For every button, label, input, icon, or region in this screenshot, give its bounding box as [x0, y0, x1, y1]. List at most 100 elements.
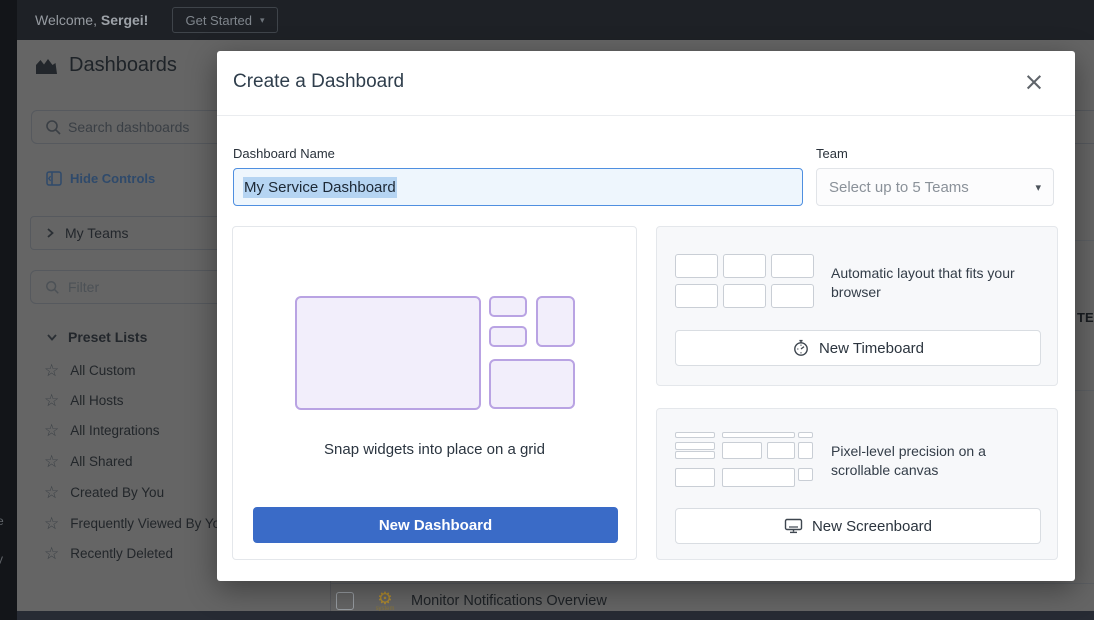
- table-divider: [1075, 240, 1094, 241]
- preset-item-label: All Integrations: [70, 423, 159, 438]
- create-dashboard-modal: Create a Dashboard × Dashboard Name My S…: [217, 51, 1075, 581]
- screenboard-illustration-box: [675, 442, 715, 450]
- screenboard-illustration-box: [675, 468, 715, 487]
- welcome-prefix: Welcome,: [35, 12, 101, 28]
- screenboard-illustration-box: [798, 468, 813, 481]
- widget-illustration-small: [489, 296, 527, 317]
- collapse-panel-icon: [46, 171, 62, 186]
- new-screenboard-button[interactable]: New Screenboard: [675, 508, 1041, 544]
- timeboard-illustration-box: [723, 284, 766, 308]
- timeboard-illustration-box: [675, 254, 718, 278]
- dashboard-name-value: My Service Dashboard: [243, 177, 397, 198]
- close-icon[interactable]: ×: [1019, 65, 1049, 99]
- team-select-placeholder: Select up to 5 Teams: [829, 179, 1035, 196]
- monitor-icon: [784, 518, 803, 534]
- screenboard-illustration-box: [675, 451, 715, 459]
- preset-lists-label: Preset Lists: [68, 329, 147, 345]
- gear-icon: ⚙: [371, 592, 399, 606]
- page-title: Dashboards: [69, 54, 177, 77]
- get-started-label: Get Started: [185, 13, 251, 28]
- timeboard-illustration-box: [771, 254, 814, 278]
- star-icon: ☆: [44, 392, 59, 409]
- my-teams-label: My Teams: [65, 225, 129, 241]
- get-started-button[interactable]: Get Started ▾: [172, 7, 278, 33]
- star-icon: ☆: [44, 362, 59, 379]
- search-icon: [45, 119, 62, 136]
- timeboard-caption: Automatic layout that fits your browser: [831, 264, 1046, 302]
- screenboard-illustration-box: [722, 442, 762, 459]
- modal-header: Create a Dashboard ×: [217, 51, 1075, 116]
- preset-item-label: Created By You: [70, 485, 164, 500]
- grid-card-caption: Snap widgets into place on a grid: [233, 441, 636, 458]
- star-icon: ☆: [44, 545, 59, 562]
- new-timeboard-label: New Timeboard: [819, 340, 924, 357]
- hide-controls-button[interactable]: Hide Controls: [46, 171, 155, 186]
- stopwatch-icon: [792, 339, 810, 357]
- preset-item-all-hosts[interactable]: ☆ All Hosts: [44, 389, 124, 411]
- preset-item-frequently-viewed[interactable]: ☆ Frequently Viewed By You: [44, 512, 228, 534]
- welcome-username: Sergei!: [101, 12, 148, 28]
- preset-item-label: All Shared: [70, 454, 132, 469]
- chevron-right-icon: [45, 227, 55, 239]
- screenboard-illustration-box: [675, 432, 715, 438]
- chevron-down-icon: ▾: [260, 15, 265, 26]
- rail-clipped-text: y: [0, 552, 3, 566]
- screenboard-caption: Pixel-level precision on a scrollable ca…: [831, 442, 1016, 480]
- widget-illustration-large: [295, 296, 481, 410]
- preset-item-label: Recently Deleted: [70, 546, 173, 561]
- welcome-text: Welcome, Sergei!: [35, 12, 148, 28]
- new-screenboard-label: New Screenboard: [812, 518, 932, 535]
- timeboard-illustration-box: [675, 284, 718, 308]
- screenboard-illustration-box: [798, 432, 813, 438]
- preset-item-all-shared[interactable]: ☆ All Shared: [44, 450, 133, 472]
- preset-item-recently-deleted[interactable]: ☆ Recently Deleted: [44, 542, 173, 564]
- preset-item-created-by-you[interactable]: ☆ Created By You: [44, 481, 164, 503]
- table-row-divider: [331, 583, 1094, 584]
- dashboards-chart-icon: [34, 56, 59, 76]
- screenboard-illustration-box: [722, 468, 795, 487]
- timeboard-illustration-box: [723, 254, 766, 278]
- row-checkbox[interactable]: [336, 592, 354, 610]
- star-icon: ☆: [44, 422, 59, 439]
- app-screen: Welcome, Sergei! Get Started ▾ e y Dashb…: [0, 0, 1094, 620]
- bottom-bar: [17, 611, 1094, 620]
- dashboard-name-label: Dashboard Name: [233, 146, 335, 161]
- star-icon: ☆: [44, 515, 59, 532]
- screenboard-illustration-box: [798, 442, 813, 459]
- widget-illustration-small: [489, 326, 527, 347]
- rail-clipped-text: e: [0, 514, 4, 528]
- page-header: Dashboards: [34, 54, 177, 77]
- preset-item-all-integrations[interactable]: ☆ All Integrations: [44, 419, 160, 441]
- left-nav-rail: e y: [0, 0, 17, 620]
- team-select[interactable]: Select up to 5 Teams ▾: [816, 168, 1054, 206]
- hide-controls-label: Hide Controls: [70, 171, 155, 186]
- timeboard-illustration-box: [771, 284, 814, 308]
- preset-item-all-custom[interactable]: ☆ All Custom: [44, 359, 136, 381]
- new-dashboard-button[interactable]: New Dashboard: [253, 507, 618, 543]
- preset-item-label: All Hosts: [70, 393, 123, 408]
- dashboard-name-input[interactable]: My Service Dashboard: [233, 168, 803, 206]
- chevron-down-icon: ▾: [1035, 181, 1041, 194]
- teams-column-header: TE: [1077, 310, 1094, 325]
- modal-title: Create a Dashboard: [233, 71, 404, 93]
- preset-item-label: Frequently Viewed By You: [70, 516, 227, 531]
- screenboard-illustration-box: [722, 432, 795, 438]
- system-integration-icon: ⚙ system: [371, 592, 399, 612]
- widget-illustration-wide: [489, 359, 575, 409]
- preset-item-label: All Custom: [70, 363, 135, 378]
- widget-illustration-tall: [536, 296, 575, 347]
- star-icon: ☆: [44, 453, 59, 470]
- top-bar: Welcome, Sergei! Get Started ▾: [17, 0, 1094, 40]
- grid-dashboard-card: Snap widgets into place on a grid New Da…: [232, 226, 637, 560]
- dashboard-row-title[interactable]: Monitor Notifications Overview: [411, 593, 607, 609]
- search-icon: [45, 280, 60, 295]
- screenboard-card: Pixel-level precision on a scrollable ca…: [656, 408, 1058, 560]
- team-label: Team: [816, 146, 848, 161]
- preset-lists-toggle[interactable]: Preset Lists: [46, 329, 147, 345]
- star-icon: ☆: [44, 484, 59, 501]
- screenboard-illustration-box: [767, 442, 795, 459]
- table-divider: [1075, 390, 1094, 391]
- new-timeboard-button[interactable]: New Timeboard: [675, 330, 1041, 366]
- chevron-down-icon: [46, 332, 58, 342]
- timeboard-card: Automatic layout that fits your browser …: [656, 226, 1058, 386]
